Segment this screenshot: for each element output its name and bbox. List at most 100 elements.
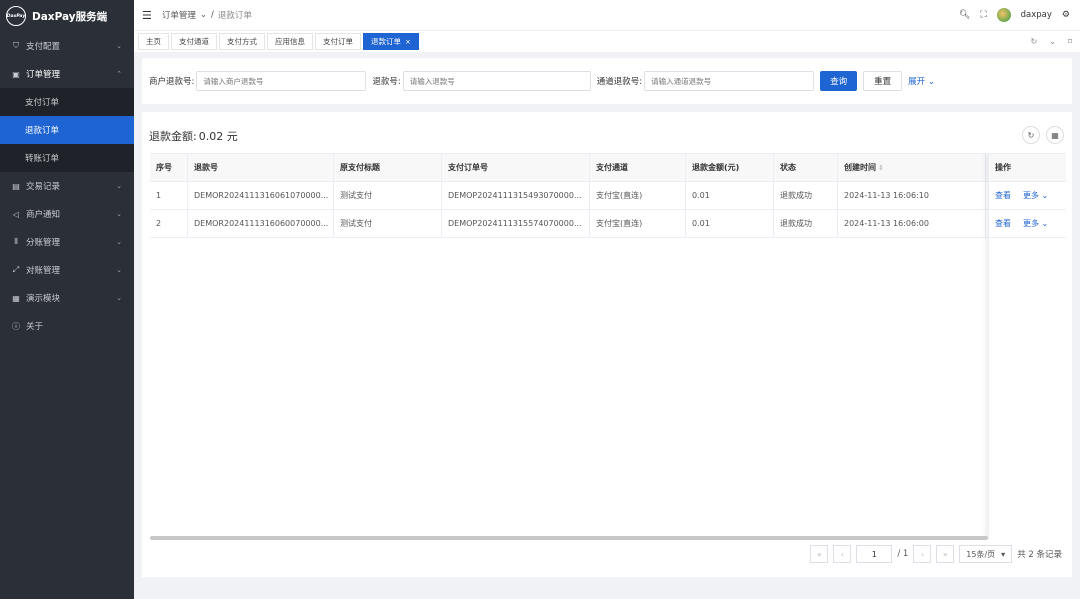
- breadcrumb-item[interactable]: 订单管理: [162, 9, 196, 21]
- sidebar-item-order-management[interactable]: ▣ 订单管理 ⌃: [0, 60, 134, 88]
- cell-amount: 0.01: [686, 182, 774, 210]
- col-index: 序号: [150, 154, 188, 182]
- col-created[interactable]: 创建时间 ⇕: [838, 154, 986, 182]
- refresh-icon[interactable]: ↻: [1030, 37, 1037, 46]
- demo-icon: ▦: [12, 293, 20, 303]
- col-order-no: 支付订单号: [442, 154, 590, 182]
- top-header: ☰ 订单管理 ⌄ / 退款订单 🔍︎ ⛶ daxpay ⚙: [134, 0, 1080, 30]
- cell-orig-title: 测试支付: [334, 210, 442, 238]
- column-settings-icon[interactable]: ▦: [1046, 126, 1064, 144]
- pagination: « ‹ / 1 › » 15条/页 ▾ 共 2 条记录: [810, 545, 1062, 563]
- col-amount: 退款金额(元): [686, 154, 774, 182]
- field-label: 通道退款号:: [596, 77, 643, 87]
- query-button[interactable]: 查询: [820, 71, 858, 91]
- sidebar-item-transfer-orders[interactable]: 转账订单: [0, 144, 134, 172]
- last-page-icon[interactable]: »: [936, 545, 955, 563]
- more-dropdown[interactable]: 更多 ⌄: [1023, 210, 1048, 237]
- notify-icon: ◁: [12, 209, 20, 219]
- page-number-input[interactable]: [856, 545, 893, 563]
- tab-tools: ↻ ⌄ ⌑: [1030, 37, 1080, 46]
- cell-channel: 支付宝(直连): [590, 182, 686, 210]
- maximize-icon[interactable]: ⌑: [1068, 37, 1072, 46]
- sidebar-item-label: 交易记录: [26, 182, 61, 192]
- cell-orig-title: 测试支付: [334, 182, 442, 210]
- tab-pay-channel[interactable]: 支付通道: [171, 33, 217, 50]
- cell-index: 2: [150, 210, 188, 238]
- cell-order-no-link[interactable]: DEMOP2024111315493070000...: [442, 182, 590, 210]
- col-created-label: 创建时间: [844, 163, 876, 172]
- tab-pay-orders[interactable]: 支付订单: [315, 33, 361, 50]
- page-size-select[interactable]: 15条/页 ▾: [959, 545, 1013, 563]
- search-panel: 商户退款号: 退款号: 通道退款号: 查询 重置 展开 ⌄: [142, 58, 1072, 104]
- sidebar-item-refund-orders[interactable]: 退款订单: [0, 116, 134, 144]
- sidebar-item-label: 对账管理: [26, 266, 61, 276]
- panel-tools: ↻ ▦: [1022, 126, 1064, 144]
- reset-button[interactable]: 重置: [863, 71, 903, 91]
- cell-refund-no-link[interactable]: DEMOR2024111316060070000...: [188, 210, 334, 238]
- col-status: 状态: [774, 154, 838, 182]
- cell-index: 1: [150, 182, 188, 210]
- table-panel: 退款金额: 0.02 元 ↻ ▦ 序号 退款号 原支付标题 支付订单号 支付通道 …: [142, 112, 1072, 577]
- sidebar-item-merchant-notify[interactable]: ◁ 商户通知 ⌄: [0, 200, 134, 228]
- expand-label: 展开: [908, 77, 926, 87]
- horizontal-scrollbar[interactable]: [150, 536, 988, 540]
- mch-refund-field: 商户退款号:: [149, 71, 367, 91]
- search-icon[interactable]: 🔍︎: [959, 10, 970, 20]
- next-page-icon[interactable]: ›: [913, 545, 932, 563]
- view-link[interactable]: 查看: [995, 182, 1011, 209]
- tab-home[interactable]: 主页: [138, 33, 169, 50]
- refund-no-input[interactable]: [402, 71, 591, 91]
- sidebar-item-label: 关于: [26, 322, 44, 332]
- summary-label: 退款金额:: [149, 130, 197, 143]
- channel-refund-field: 通道退款号:: [596, 71, 815, 91]
- channel-refund-no-input[interactable]: [644, 71, 815, 91]
- chevron-down-icon: ⌄: [1041, 219, 1049, 228]
- chevron-down-icon: ⌄: [116, 210, 122, 218]
- cell-created: 2024-11-13 16:06:10: [838, 182, 986, 210]
- avatar[interactable]: [996, 8, 1011, 22]
- refund-summary: 退款金额: 0.02 元: [149, 128, 238, 144]
- field-label: 退款号:: [372, 77, 401, 87]
- sidebar-item-about[interactable]: ⓘ 关于: [0, 312, 134, 340]
- chevron-up-icon: ⌃: [116, 70, 122, 78]
- sidebar-item-demo-module[interactable]: ▦ 演示模块 ⌄: [0, 284, 134, 312]
- col-channel: 支付通道: [590, 154, 686, 182]
- sidebar-item-label: 订单管理: [26, 70, 61, 80]
- status-badge: 退款成功: [774, 182, 838, 210]
- view-link[interactable]: 查看: [995, 210, 1011, 237]
- settings-gear-icon[interactable]: ⚙: [1062, 10, 1070, 20]
- chevron-down-icon[interactable]: ⌄: [1049, 37, 1056, 46]
- sidebar-item-pay-orders[interactable]: 支付订单: [0, 88, 134, 116]
- cell-refund-no-link[interactable]: DEMOR2024111316061070000...: [188, 182, 334, 210]
- chevron-down-icon: ⌄: [199, 10, 208, 20]
- sidebar-item-reconcile-management[interactable]: ⤢ 对账管理 ⌄: [0, 256, 134, 284]
- username[interactable]: daxpay: [1021, 10, 1052, 20]
- info-icon: ⓘ: [12, 321, 20, 331]
- sidebar-item-pay-config[interactable]: ⛉ 支付配置 ⌄: [0, 32, 134, 60]
- cell-created: 2024-11-13 16:06:00: [838, 210, 986, 238]
- row-actions: 查看 更多 ⌄: [989, 210, 1066, 238]
- sidebar-item-trade-records[interactable]: ▤ 交易记录 ⌄: [0, 172, 134, 200]
- col-orig-title: 原支付标题: [334, 154, 442, 182]
- expand-link[interactable]: 展开 ⌄: [908, 75, 935, 87]
- breadcrumb: 订单管理 ⌄ / 退款订单: [162, 9, 252, 21]
- tab-app-info[interactable]: 应用信息: [267, 33, 313, 50]
- order-icon: ▣: [12, 69, 20, 79]
- more-dropdown[interactable]: 更多 ⌄: [1023, 182, 1048, 209]
- close-icon[interactable]: ×: [405, 38, 411, 46]
- shield-icon: ⛉: [13, 41, 19, 50]
- menu-toggle-icon[interactable]: ☰: [142, 9, 152, 22]
- tab-pay-method[interactable]: 支付方式: [219, 33, 265, 50]
- app-logo[interactable]: DaxPay DaxPay服务端: [0, 0, 134, 32]
- prev-page-icon[interactable]: ‹: [833, 545, 852, 563]
- refresh-icon[interactable]: ↻: [1022, 126, 1040, 144]
- sidebar-item-split-management[interactable]: ⫴ 分账管理 ⌄: [0, 228, 134, 256]
- fullscreen-icon[interactable]: ⛶: [980, 10, 986, 20]
- cell-order-no-link[interactable]: DEMOP2024111315574070000...: [442, 210, 590, 238]
- tab-refund-orders[interactable]: 退款订单 ×: [363, 33, 419, 50]
- mch-refund-no-input[interactable]: [196, 71, 367, 91]
- summary-value: 0.02 元: [198, 130, 238, 143]
- chevron-down-icon: ⌄: [116, 294, 122, 302]
- first-page-icon[interactable]: «: [810, 545, 829, 563]
- sort-icon[interactable]: ⇕: [878, 164, 884, 172]
